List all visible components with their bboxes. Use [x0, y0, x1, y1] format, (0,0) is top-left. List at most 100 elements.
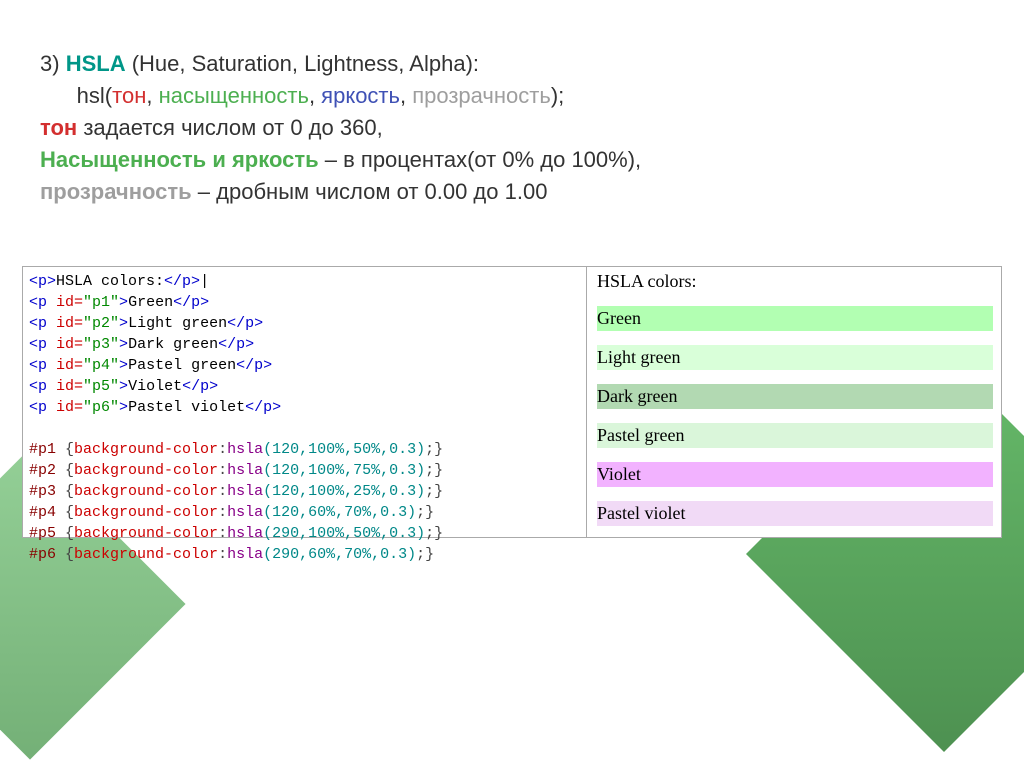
c6-args: (290,60%,70%,0.3)	[263, 546, 416, 563]
r4-close: </p>	[236, 357, 272, 374]
r5-tag: <p	[29, 378, 56, 395]
c6-colon: :	[218, 546, 227, 563]
line-sat-light-body: – в процентах(от 0% до 100%),	[319, 147, 642, 172]
c1-prop: background-color	[74, 441, 218, 458]
r2-tag: <p	[29, 315, 56, 332]
syntax-alpha: прозрачность	[412, 83, 551, 108]
r2-tagb: >	[119, 315, 128, 332]
c4-sel: #p4	[29, 504, 56, 521]
r5-val: "p5"	[83, 378, 119, 395]
c3-func: hsla	[227, 483, 263, 500]
r2-close: </p>	[227, 315, 263, 332]
r3-close: </p>	[218, 336, 254, 353]
c3-colon: :	[218, 483, 227, 500]
swatch-dark-green: Dark green	[597, 384, 993, 409]
c4-prop: background-color	[74, 504, 218, 521]
r1-attr: id=	[56, 294, 83, 311]
r6-tagb: >	[119, 399, 128, 416]
c6-end: ;}	[416, 546, 434, 563]
line-alpha: прозрачность – дробным числом от 0.00 до…	[40, 176, 984, 208]
c5-prop: background-color	[74, 525, 218, 542]
title-rest: (Hue, Saturation, Lightness, Alpha):	[126, 51, 479, 76]
c2-brace: {	[56, 462, 74, 479]
r3-attr: id=	[56, 336, 83, 353]
c3-end: ;}	[425, 483, 443, 500]
r3-val: "p3"	[83, 336, 119, 353]
c1-args: (120,100%,50%,0.3)	[263, 441, 425, 458]
line-alpha-body: – дробным числом от 0.00 до 1.00	[192, 179, 548, 204]
c5-sel: #p5	[29, 525, 56, 542]
c2-colon: :	[218, 462, 227, 479]
c4-colon: :	[218, 504, 227, 521]
c1-brace: {	[56, 441, 74, 458]
syntax-end: );	[551, 83, 564, 108]
code-source: <p>HSLA colors:</p>| <p id="p1">Green</p…	[23, 267, 587, 537]
syntax-c2: ,	[309, 83, 321, 108]
line-sat-light: Насыщенность и яркость – в процентах(от …	[40, 144, 984, 176]
code-preview: HSLA colors: Green Light green Dark gree…	[587, 267, 1001, 537]
c3-prop: background-color	[74, 483, 218, 500]
tag-close: </p>	[164, 273, 200, 290]
r4-val: "p4"	[83, 357, 119, 374]
r4-tagb: >	[119, 357, 128, 374]
c1-end: ;}	[425, 441, 443, 458]
r4-attr: id=	[56, 357, 83, 374]
r3-tagb: >	[119, 336, 128, 353]
r5-text: Violet	[128, 378, 182, 395]
code-example-block: <p>HSLA colors:</p>| <p id="p1">Green</p…	[22, 266, 1002, 538]
c4-func: hsla	[227, 504, 263, 521]
line-tone: тон задается числом от 0 до 360,	[40, 112, 984, 144]
r5-attr: id=	[56, 378, 83, 395]
swatch-pastel-green: Pastel green	[597, 423, 993, 448]
c4-args: (120,60%,70%,0.3)	[263, 504, 416, 521]
title-number: 3)	[40, 51, 66, 76]
c3-sel: #p3	[29, 483, 56, 500]
r6-text: Pastel violet	[128, 399, 245, 416]
r6-val: "p6"	[83, 399, 119, 416]
r2-text: Light green	[128, 315, 227, 332]
c1-func: hsla	[227, 441, 263, 458]
c4-end: ;}	[416, 504, 434, 521]
r1-tagb: >	[119, 294, 128, 311]
c5-end: ;}	[425, 525, 443, 542]
c5-func: hsla	[227, 525, 263, 542]
swatch-green: Green	[597, 306, 993, 331]
c4-brace: {	[56, 504, 74, 521]
r4-text: Pastel green	[128, 357, 236, 374]
line-tone-body: задается числом от 0 до 360,	[77, 115, 382, 140]
syntax-indent: hsl(	[40, 83, 112, 108]
c3-args: (120,100%,25%,0.3)	[263, 483, 425, 500]
c1-colon: :	[218, 441, 227, 458]
r5-tagb: >	[119, 378, 128, 395]
c1-sel: #p1	[29, 441, 56, 458]
line-sat-light-head: Насыщенность и яркость	[40, 147, 319, 172]
syntax-c3: ,	[400, 83, 412, 108]
c2-func: hsla	[227, 462, 263, 479]
r5-close: </p>	[182, 378, 218, 395]
r6-close: </p>	[245, 399, 281, 416]
c5-colon: :	[218, 525, 227, 542]
line-alpha-head: прозрачность	[40, 179, 192, 204]
c2-args: (120,100%,75%,0.3)	[263, 462, 425, 479]
syntax-line: hsl(тон, насыщенность, яркость, прозрачн…	[40, 80, 984, 112]
r3-text: Dark green	[128, 336, 218, 353]
syntax-lightness: яркость	[321, 83, 400, 108]
r2-attr: id=	[56, 315, 83, 332]
tag-text: HSLA colors:	[56, 273, 164, 290]
slide-content: 3) HSLA (Hue, Saturation, Lightness, Alp…	[0, 0, 1024, 207]
tag-open: <p>	[29, 273, 56, 290]
preview-title: HSLA colors:	[597, 271, 993, 292]
r6-tag: <p	[29, 399, 56, 416]
r1-close: </p>	[173, 294, 209, 311]
r4-tag: <p	[29, 357, 56, 374]
c6-brace: {	[56, 546, 74, 563]
swatch-light-green: Light green	[597, 345, 993, 370]
c5-args: (290,100%,50%,0.3)	[263, 525, 425, 542]
r3-tag: <p	[29, 336, 56, 353]
c6-func: hsla	[227, 546, 263, 563]
title-line: 3) HSLA (Hue, Saturation, Lightness, Alp…	[40, 48, 984, 80]
r1-tag: <p	[29, 294, 56, 311]
syntax-saturation: насыщенность	[159, 83, 309, 108]
syntax-c1: ,	[146, 83, 158, 108]
c3-brace: {	[56, 483, 74, 500]
